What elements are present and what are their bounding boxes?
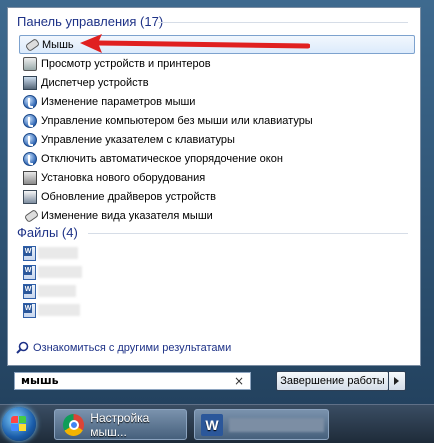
result-item-disable-snap[interactable]: Отключить автоматическое упорядочение ок… <box>19 149 415 168</box>
see-more-results-link[interactable]: Ознакомиться с другими результатами <box>16 341 231 354</box>
printer-icon <box>23 56 37 71</box>
ease-of-access-icon <box>23 113 37 128</box>
result-item-device-manager[interactable]: Диспетчер устройств <box>19 73 415 92</box>
driver-update-icon <box>23 189 37 204</box>
control-panel-group-header[interactable]: Панель управления (17) <box>17 14 163 29</box>
word-document-icon <box>23 246 36 261</box>
result-item-no-mouse-keyboard[interactable]: Управление компьютером без мыши или клав… <box>19 111 415 130</box>
result-label: Диспетчер устройств <box>41 76 149 89</box>
ease-of-access-icon <box>23 94 37 109</box>
taskbar: Настройка мыш... W <box>0 404 434 443</box>
shutdown-options-button[interactable] <box>389 371 406 391</box>
search-results-panel: Панель управления (17) Мышь Просмотр уст… <box>7 7 421 366</box>
result-label: Изменение вида указателя мыши <box>41 209 213 222</box>
chrome-icon <box>63 413 85 436</box>
redacted-file-name <box>38 247 78 259</box>
result-label: Мышь <box>42 38 74 51</box>
clear-search-icon[interactable]: × <box>234 373 244 389</box>
red-arrow-annotation <box>80 34 310 53</box>
result-label: Управление указателем с клавиатуры <box>41 133 235 146</box>
result-label: Просмотр устройств и принтеров <box>41 57 211 70</box>
result-label: Изменение параметров мыши <box>41 95 196 108</box>
result-item-update-drivers[interactable]: Обновление драйверов устройств <box>19 187 415 206</box>
start-menu: Панель управления (17) Мышь Просмотр уст… <box>0 0 434 404</box>
search-icon <box>16 341 29 354</box>
device-manager-icon <box>23 75 37 90</box>
redacted-file-name <box>38 285 76 297</box>
ease-of-access-icon <box>23 132 37 147</box>
result-label: Отключить автоматическое упорядочение ок… <box>41 152 283 165</box>
hardware-install-icon <box>23 170 37 185</box>
redacted-window-title <box>229 417 324 432</box>
mouse-icon <box>24 38 38 52</box>
result-item-add-hardware[interactable]: Установка нового оборудования <box>19 168 415 187</box>
files-group-header[interactable]: Файлы (4) <box>17 225 78 240</box>
result-label: Обновление драйверов устройств <box>41 190 217 203</box>
start-button[interactable] <box>2 407 36 441</box>
word-icon: W <box>201 413 223 436</box>
result-item-mouse-settings[interactable]: Изменение параметров мыши <box>19 92 415 111</box>
word-document-icon <box>23 284 36 299</box>
taskbar-word-button[interactable]: W <box>194 409 329 440</box>
group-divider <box>158 22 408 23</box>
result-label: Установка нового оборудования <box>41 171 206 184</box>
mouse-icon <box>23 209 37 223</box>
search-input[interactable]: мышь × <box>14 372 251 390</box>
taskbar-chrome-title: Настройка мыш... <box>90 410 150 439</box>
see-more-results-label: Ознакомиться с другими результатами <box>33 341 232 354</box>
redacted-file-name <box>38 304 80 316</box>
word-document-icon <box>23 265 36 280</box>
result-item-pointer-look[interactable]: Изменение вида указателя мыши <box>19 206 415 225</box>
shutdown-button[interactable]: Завершение работы <box>276 371 389 391</box>
taskbar-chrome-button[interactable]: Настройка мыш... <box>54 409 187 440</box>
ease-of-access-icon <box>23 151 37 166</box>
search-input-value: мышь <box>21 374 59 387</box>
word-document-icon <box>23 303 36 318</box>
group-divider <box>88 233 408 234</box>
result-label: Управление компьютером без мыши или клав… <box>41 114 313 127</box>
result-item-mouse-keys[interactable]: Управление указателем с клавиатуры <box>19 130 415 149</box>
result-item-devices-printers[interactable]: Просмотр устройств и принтеров <box>19 54 415 73</box>
redacted-file-name <box>38 266 82 278</box>
